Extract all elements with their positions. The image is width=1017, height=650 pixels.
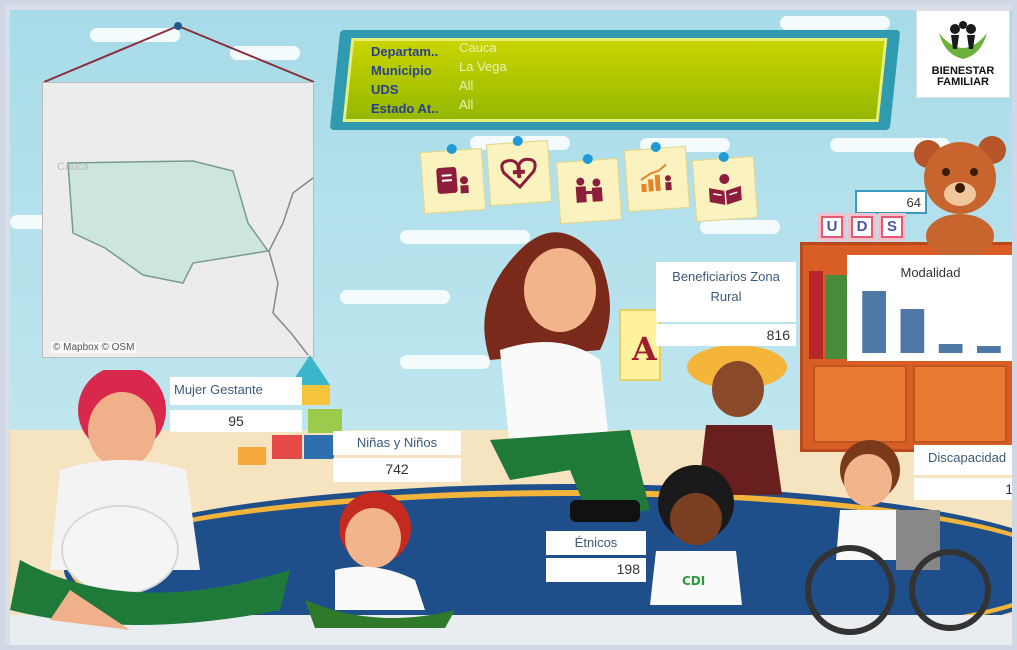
filter-value[interactable]: All <box>459 97 473 112</box>
svg-text:A: A <box>631 330 658 368</box>
pin <box>650 141 662 153</box>
kpi-discapacidad-label: Discapacidad <box>914 445 1012 475</box>
map-credit[interactable]: © Mapbox © OSM <box>51 342 137 353</box>
municipality-map[interactable]: Cauca © Mapbox © OSM <box>42 82 314 358</box>
filter-value[interactable]: All <box>459 78 473 93</box>
modalidad-bars[interactable] <box>847 279 1014 357</box>
uds-count[interactable]: 64 <box>855 190 927 214</box>
cloud <box>780 16 890 30</box>
kpi-ninas-ninos-value[interactable]: 742 <box>333 458 461 482</box>
uds-block: S <box>878 213 906 241</box>
growth-chart-icon <box>640 163 672 193</box>
cloud <box>700 220 780 234</box>
uds-letter: S <box>883 218 901 236</box>
kpi-ninas-ninos-label: Niñas y Niños <box>333 431 461 455</box>
heart-health-icon <box>500 157 537 190</box>
family-icon <box>575 177 603 203</box>
card-family-icon[interactable] <box>555 153 623 225</box>
card-reading-icon[interactable] <box>691 151 759 223</box>
family-logo-icon <box>939 21 987 59</box>
book <box>809 271 823 359</box>
shelf-door <box>913 365 1007 443</box>
kpi-beneficiarios-rural-value[interactable]: 816 <box>656 324 796 346</box>
card-growth-icon[interactable] <box>623 141 691 213</box>
uds-letter: U <box>823 218 841 236</box>
map-label: Cauca <box>57 161 89 173</box>
book <box>825 275 847 359</box>
filter-label: Municipio <box>371 63 432 78</box>
dashboard-frame: Cauca © Mapbox © OSM Departam.. Cauca Mu… <box>0 0 1017 650</box>
filter-uds[interactable]: UDS All <box>371 78 507 101</box>
kpi-mujer-gestante-value[interactable]: 95 <box>170 410 302 432</box>
pin <box>446 143 458 155</box>
filter-label: UDS <box>371 82 399 97</box>
dashboard-scene: Cauca © Mapbox © OSM Departam.. Cauca Mu… <box>10 10 1014 645</box>
kpi-mujer-gestante-label: Mujer Gestante <box>170 377 302 405</box>
logo-text-line2: FAMILIAR <box>937 76 989 88</box>
modalidad-bar[interactable] <box>938 344 963 353</box>
svg-text:CDI: CDI <box>682 574 705 588</box>
uds-block: U <box>818 213 846 241</box>
pin <box>718 151 730 163</box>
filter-value[interactable]: Cauca <box>459 40 497 55</box>
chart-title: Modalidad <box>900 265 961 280</box>
label-line1: Beneficiarios Zona <box>672 269 780 284</box>
reading-book-icon <box>708 174 742 206</box>
poster-rope <box>43 22 315 83</box>
filter-label: Departam.. <box>371 44 439 59</box>
uds-letter: D <box>853 218 871 236</box>
kpi-discapacidad-value[interactable]: 1 <box>914 478 1012 500</box>
modalidad-bar[interactable] <box>900 309 925 353</box>
kpi-etnicos-value[interactable]: 198 <box>546 558 646 582</box>
bienestar-familiar-logo: BIENESTAR FAMILIAR <box>916 10 1010 98</box>
filter-estado[interactable]: Estado At.. All <box>371 97 507 120</box>
modalidad-bar[interactable] <box>862 291 886 353</box>
filter-list: Departam.. Cauca Municipio La Vega UDS A… <box>371 40 507 120</box>
boy-afro-illustration: CDI <box>650 465 742 605</box>
modalidad-chart[interactable]: Modalidad <box>847 255 1014 361</box>
filter-label: Estado At.. <box>371 101 439 116</box>
uds-block: D <box>848 213 876 241</box>
modalidad-bar[interactable] <box>977 346 1001 353</box>
girl-illustration <box>305 492 455 628</box>
shelf-door <box>813 365 907 443</box>
kpi-beneficiarios-rural-label: Beneficiarios Zona Rural <box>656 262 796 322</box>
document-person-icon <box>436 166 469 194</box>
pin <box>512 135 524 147</box>
pin <box>582 153 594 165</box>
kpi-etnicos-label: Étnicos <box>546 531 646 555</box>
cloud <box>340 290 450 304</box>
filter-banner: Departam.. Cauca Municipio La Vega UDS A… <box>329 30 901 130</box>
filter-municipio[interactable]: Municipio La Vega <box>371 59 507 82</box>
card-document-icon[interactable] <box>419 143 487 215</box>
uds-blocks: U D S <box>818 213 906 241</box>
map-shape[interactable] <box>43 83 315 359</box>
card-heart-health-icon[interactable] <box>485 135 553 207</box>
filter-value[interactable]: La Vega <box>459 59 507 74</box>
label-line2: Rural <box>710 289 742 304</box>
